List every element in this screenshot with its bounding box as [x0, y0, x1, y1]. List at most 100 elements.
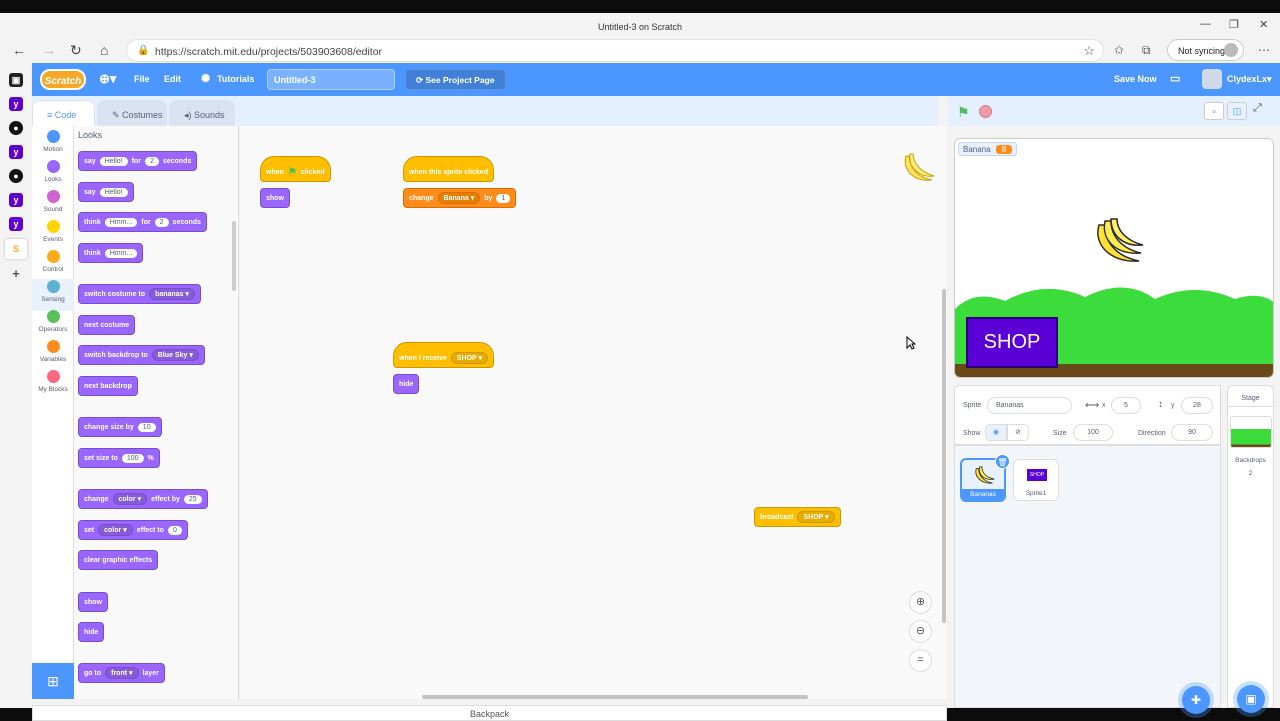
costume-dropdown[interactable]: bananas ▾ [149, 288, 195, 300]
category-looks[interactable]: Looks [32, 160, 74, 183]
set-effect-block[interactable]: set color ▾ effect to 0 [78, 520, 188, 540]
when-sprite-clicked-block[interactable]: when this sprite clicked [403, 156, 494, 182]
script-workspace[interactable]: when ⚑ clicked show when this sprite click… [240, 126, 947, 699]
home-icon[interactable]: ⌂ [100, 42, 108, 58]
workspace-vertical-scrollbar[interactable] [942, 289, 946, 623]
category-motion[interactable]: Motion [32, 130, 74, 153]
restore-icon[interactable]: ❐ [1229, 18, 1239, 31]
ball-tab-icon[interactable]: ● [9, 169, 23, 183]
think-block[interactable]: think Hmm... [78, 243, 144, 263]
tab-icon[interactable]: ▣ [9, 73, 23, 87]
block-input[interactable]: Hmm... [104, 217, 138, 227]
green-flag-button[interactable]: ⚑ [957, 104, 970, 121]
message-dropdown[interactable]: SHOP ▾ [797, 511, 835, 523]
zoom-in-button[interactable]: ⊕ [909, 591, 932, 614]
say-block[interactable]: say Hello! [78, 182, 134, 202]
menu-edit[interactable]: Edit [164, 74, 181, 84]
show-visible-toggle[interactable]: ◉ [985, 424, 1007, 441]
show-block[interactable]: show [260, 188, 290, 208]
block-input[interactable]: 2 [144, 156, 159, 166]
broadcast-block[interactable]: broadcast SHOP ▾ [754, 507, 841, 527]
more-icon[interactable]: ⋯ [1258, 43, 1270, 57]
favorite-star-icon[interactable]: ☆ [1083, 43, 1095, 59]
stage-target-panel[interactable]: Stage Backdrops 2 ▣ [1227, 385, 1274, 713]
show-hidden-toggle[interactable]: ⊘ [1007, 424, 1029, 441]
message-dropdown[interactable]: SHOP ▾ [450, 352, 489, 364]
sprite-thumb-bananas[interactable]: Bananas 🗑 [960, 454, 1010, 502]
show-block[interactable]: show [78, 592, 108, 612]
tutorials-icon[interactable]: ✺ [201, 72, 210, 85]
effect-dropdown[interactable]: color ▾ [112, 493, 148, 505]
category-variables[interactable]: Variables [32, 340, 74, 363]
category-sensing[interactable]: Sensing [32, 280, 74, 303]
block-input[interactable]: 10 [137, 422, 156, 432]
hide-block[interactable]: hide [78, 622, 105, 642]
block-input[interactable]: 0 [167, 525, 182, 535]
clear-effects-block[interactable]: clear graphic effects [78, 550, 159, 570]
set-size-block[interactable]: set size to 100% [78, 448, 160, 468]
category-my-blocks[interactable]: My Blocks [32, 370, 74, 393]
block-input[interactable]: Hello! [99, 187, 128, 197]
variable-monitor[interactable]: Banana 8 [958, 142, 1018, 156]
tab-costumes[interactable]: ✎ Costumes [97, 100, 167, 126]
say-for-block[interactable]: say Hello! for 2 seconds [78, 151, 198, 171]
stage-canvas[interactable]: Banana 8 SHOP [954, 138, 1274, 378]
change-effect-block[interactable]: change color ▾ effect by 25 [78, 489, 208, 509]
choose-backdrop-button[interactable]: ▣ [1237, 685, 1265, 713]
forward-icon[interactable]: → [42, 42, 56, 58]
block-input[interactable]: Hello! [99, 156, 128, 166]
favorites-icon[interactable]: ✩ [1114, 43, 1124, 57]
next-backdrop-block[interactable]: next backdrop [78, 376, 138, 396]
block-input[interactable]: Hmm... [104, 248, 138, 258]
new-tab-icon[interactable]: + [9, 267, 23, 281]
back-icon[interactable]: ← [12, 42, 26, 58]
close-icon[interactable]: ✕ [1259, 18, 1268, 31]
effect-dropdown[interactable]: color ▾ [98, 524, 133, 536]
backpack-bar[interactable]: Backpack [32, 705, 947, 721]
scratch-tab-icon[interactable]: S [5, 239, 27, 259]
yahoo-tab-icon[interactable]: y [9, 193, 23, 207]
delete-sprite-icon[interactable]: 🗑 [995, 454, 1010, 469]
direction-input[interactable]: 90 [1171, 424, 1213, 441]
stop-button[interactable] [979, 105, 992, 118]
zoom-out-button[interactable]: ⊖ [909, 620, 932, 643]
tab-sounds[interactable]: ◂) Sounds [169, 100, 235, 126]
backdrop-thumb[interactable] [1230, 416, 1272, 448]
menu-file[interactable]: File [134, 74, 150, 84]
ball-tab-icon[interactable]: ● [9, 121, 23, 135]
add-extension-button[interactable]: ⊞ [32, 663, 74, 699]
globe-icon[interactable]: ⊕▾ [99, 71, 116, 87]
scratch-logo[interactable]: Scratch [40, 69, 86, 90]
banana-sprite[interactable] [1091, 215, 1145, 267]
shop-sprite[interactable]: SHOP [966, 317, 1058, 368]
save-now-button[interactable]: Save Now [1114, 74, 1157, 84]
sync-button[interactable]: Not syncing [1167, 39, 1244, 61]
category-events[interactable]: Events [32, 220, 74, 243]
think-for-block[interactable]: think Hmm... for 2 seconds [78, 212, 207, 232]
zoom-reset-button[interactable]: = [909, 649, 932, 672]
category-operators[interactable]: Operators [32, 310, 74, 333]
fullscreen-icon[interactable]: ⤢ [1253, 102, 1262, 115]
change-variable-block[interactable]: change Banana ▾ by 1 [403, 188, 517, 208]
sprite-thumb-sprite1[interactable]: SHOP Sprite1 [1013, 459, 1059, 501]
change-size-block[interactable]: change size by 10 [78, 417, 162, 437]
block-input[interactable]: 25 [183, 494, 202, 504]
small-stage-icon[interactable]: ▫ [1204, 102, 1224, 120]
palette-scrollbar[interactable] [232, 221, 236, 291]
collections-icon[interactable]: ⧉ [1142, 43, 1151, 58]
switch-costume-block[interactable]: switch costume to bananas ▾ [78, 284, 201, 304]
switch-backdrop-block[interactable]: switch backdrop to Blue Sky ▾ [78, 345, 205, 365]
see-project-page-button[interactable]: ⟳ See Project Page [405, 69, 506, 90]
category-control[interactable]: Control [32, 250, 74, 273]
username[interactable]: ClydexLx [1227, 74, 1267, 84]
yahoo-tab-icon[interactable]: y [9, 217, 23, 231]
workspace-horizontal-scrollbar[interactable] [422, 695, 808, 699]
y-input[interactable]: 28 [1181, 397, 1213, 414]
x-input[interactable]: 5 [1111, 397, 1141, 414]
project-title-input[interactable]: Untitled-3 [267, 69, 395, 90]
sprite-name-input[interactable]: Bananas [987, 397, 1072, 414]
large-stage-icon[interactable]: ◫ [1227, 102, 1247, 120]
refresh-icon[interactable]: ↻ [70, 42, 82, 59]
hide-block[interactable]: hide [393, 374, 420, 394]
backdrop-dropdown[interactable]: Blue Sky ▾ [151, 349, 199, 361]
